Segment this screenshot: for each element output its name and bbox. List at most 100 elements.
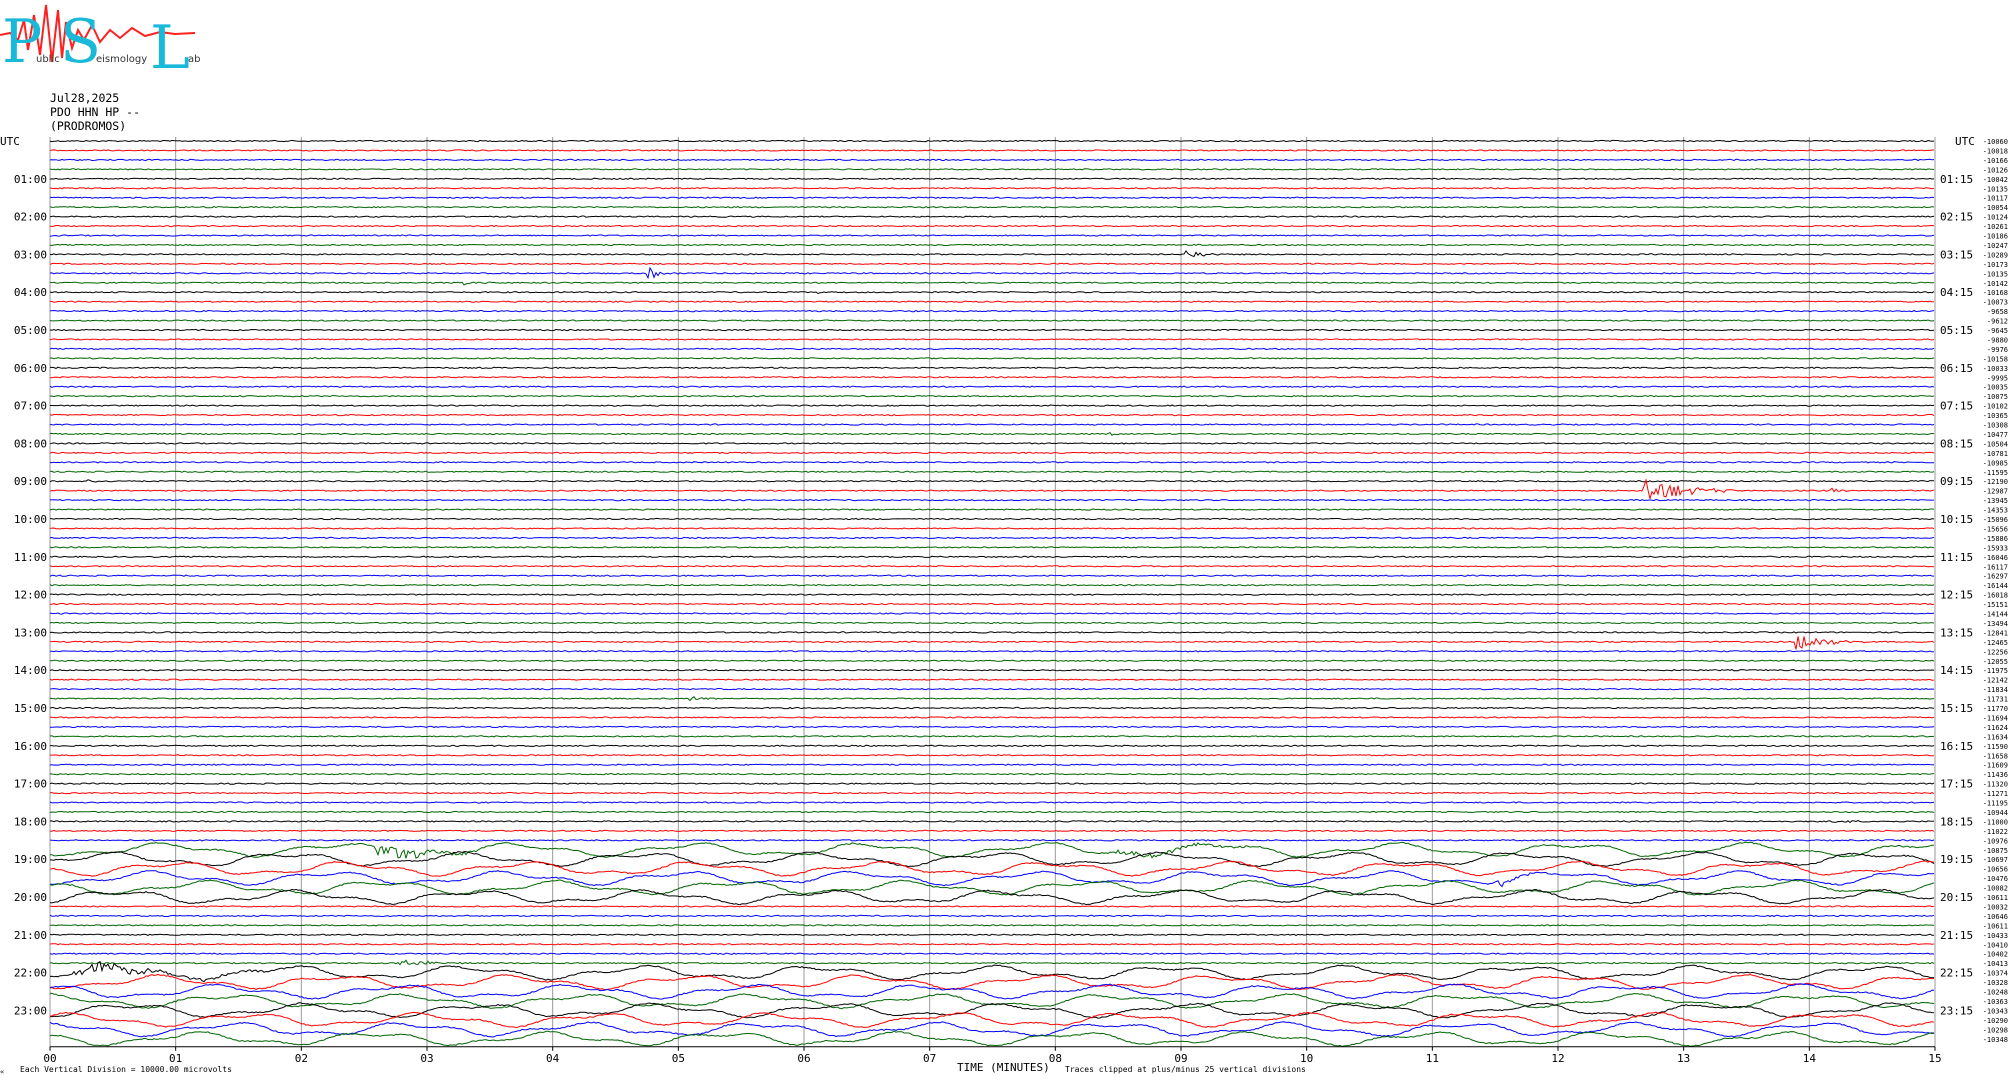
left-hour-label: 06:00 [14,362,47,375]
left-hour-label: 09:00 [14,475,47,488]
left-hour-label: 16:00 [14,740,47,753]
offset-label: -10875 [1983,847,2008,855]
trace-row [49,574,1935,577]
offset-label: -10343 [1983,1007,2008,1015]
trace-row [49,413,1935,417]
trace-row [49,177,1935,180]
offset-label: -9612 [1987,318,2008,326]
trace-row [49,291,1935,295]
right-hour-label: 18:15 [1940,815,1973,828]
offset-label: -11975 [1983,667,2008,675]
offset-label: -15656 [1983,525,2008,533]
x-tick-label: 05 [672,1052,685,1065]
offset-label: -10126 [1983,166,2008,174]
trace-row [50,357,1935,360]
offset-label: -11022 [1983,828,2008,836]
right-hour-label: 23:15 [1940,1004,1973,1017]
x-tick-label: 08 [1049,1052,1062,1065]
x-tick-label: 01 [169,1052,182,1065]
trace-row [49,669,1935,672]
trace-row [49,536,1935,540]
trace-row [49,678,1935,681]
trace-row [49,612,1935,615]
trace-row [49,695,1935,702]
right-hour-label: 04:15 [1940,286,1973,299]
x-tick-label: 15 [1928,1052,1941,1065]
trace-row [49,266,1935,280]
left-hour-label: 14:00 [14,664,47,677]
offset-label: -16018 [1983,592,2008,600]
trace-row [49,250,1935,258]
offset-label: -10374 [1983,970,2008,978]
right-hour-label: 17:15 [1940,778,1973,791]
left-hour-label: 13:00 [14,626,47,639]
trace-row [49,234,1935,237]
right-hour-label: 13:15 [1940,626,1973,639]
right-hour-label: 01:15 [1940,173,1973,186]
offset-label: -11320 [1983,781,2008,789]
left-hour-label: 12:00 [14,589,47,602]
offset-label: -10158 [1983,355,2008,363]
trace-row [49,636,1935,650]
offset-label: -11271 [1983,790,2008,798]
trace-row [49,243,1935,247]
right-hour-label: 14:15 [1940,664,1973,677]
offset-label: -10504 [1983,440,2008,448]
offset-label: -11624 [1983,724,2008,732]
trace-row [49,810,1935,814]
trace-row [50,1002,1935,1019]
trace-row [49,687,1935,691]
left-hour-label: 20:00 [14,891,47,904]
trace-row [49,423,1935,426]
seismic-traces [49,139,1935,1047]
trace-row [49,206,1935,209]
trace-row [49,139,1935,143]
offset-label: -10363 [1983,998,2008,1006]
offset-label: -15096 [1983,516,2008,524]
trace-row [49,983,1935,1000]
trace-row [49,262,1935,265]
x-tick-label: 06 [797,1052,810,1065]
left-hour-label: 17:00 [14,778,47,791]
trace-row [49,328,1935,332]
offset-label: -16117 [1983,563,2008,571]
right-hour-labels: 01:15 02:15 03:15 04:15 05:15 06:15 07:15 08:15… [1940,173,1973,1018]
offset-label: -10328 [1983,979,2008,987]
trace-row [49,546,1935,549]
trace-row [49,158,1935,162]
left-hour-label: 19:00 [14,853,47,866]
offset-label: -15886 [1983,535,2008,543]
trace-row [49,555,1935,558]
offset-label: -15933 [1983,544,2008,552]
trace-row [49,479,1934,483]
trace-row [49,451,1935,454]
offset-label: -10410 [1983,941,2008,949]
x-tick-label: 14 [1803,1052,1817,1065]
offset-label: -11694 [1983,714,2008,722]
offset-label: -16144 [1983,582,2008,590]
right-hour-label: 09:15 [1940,475,1973,488]
offset-label: -9658 [1987,308,2008,316]
offset-label: -10985 [1983,459,2008,467]
trace-row [49,300,1935,303]
trace-row [50,791,1935,795]
offset-label: -10102 [1983,403,2008,411]
offset-label: -10697 [1983,856,2008,864]
trace-row [49,819,1935,824]
left-hour-label: 21:00 [14,929,47,942]
trace-row [49,631,1935,634]
offset-label: -10142 [1983,280,2008,288]
offset-label: -11590 [1983,743,2008,751]
trace-row [49,933,1934,936]
trace-row [49,1021,1935,1038]
offset-label: -10042 [1983,176,2008,184]
left-hour-label: 15:00 [14,702,47,715]
offset-label: -10261 [1983,223,2008,231]
offset-label: -11770 [1983,705,2008,713]
trace-row [49,385,1935,388]
trace-row [49,338,1935,341]
offset-label: -9976 [1987,346,2008,354]
trace-row [50,841,1935,859]
left-hour-label: 18:00 [14,815,47,828]
left-hour-labels: 01:00 02:00 03:00 04:00 05:00 06:00 07:00 08:00… [14,173,47,1018]
